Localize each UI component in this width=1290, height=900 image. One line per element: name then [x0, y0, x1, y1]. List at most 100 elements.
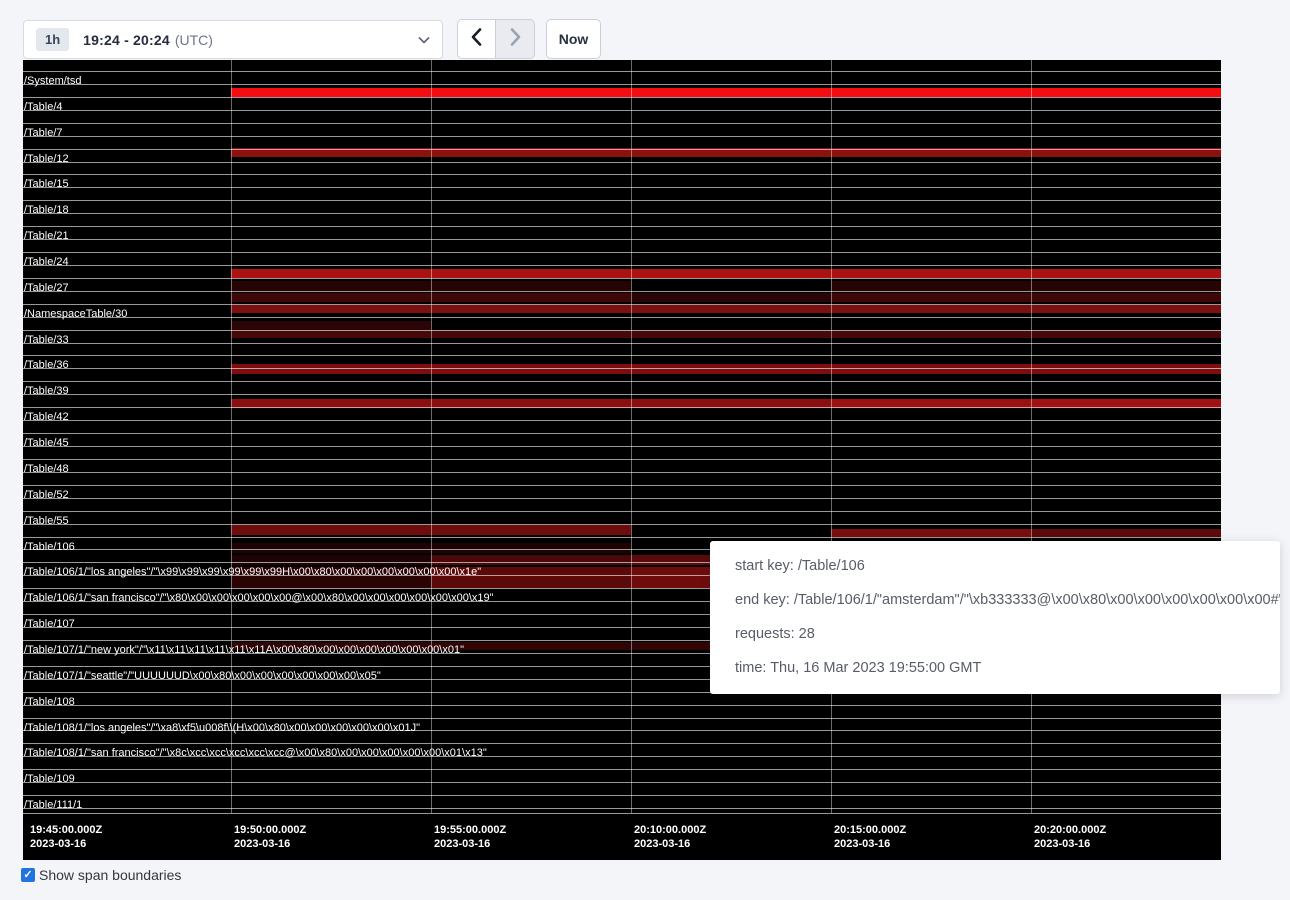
grid-hline: [23, 511, 1221, 512]
grid-hline: [23, 718, 1221, 719]
grid-hline: [23, 782, 1221, 783]
span-boundaries-control: ✓ Show span boundaries: [21, 867, 181, 883]
x-axis-tick-time: 20:20:00.000Z: [1034, 824, 1106, 837]
row-label: /Table/107/1/"seattle"/"UUUUUUD\x00\x80\…: [24, 670, 381, 683]
row-label: /System/tsd: [24, 75, 81, 88]
row-label: /Table/21: [24, 230, 69, 243]
grid-hline: [23, 317, 1221, 318]
grid-hline: [23, 381, 1221, 382]
x-axis-tick-time: 19:50:00.000Z: [234, 824, 306, 837]
grid-hline: [23, 808, 1221, 809]
row-label: /Table/12: [24, 153, 69, 166]
grid-hline: [23, 330, 1221, 331]
time-nav-group: [457, 19, 535, 59]
time-range-label: 19:24 - 20:24: [83, 32, 170, 48]
span-boundaries-checkbox[interactable]: ✓: [21, 868, 35, 882]
row-label: /Table/18: [24, 204, 69, 217]
time-range-selector[interactable]: 1h 19:24 - 20:24 (UTC): [23, 20, 443, 59]
chevron-right-icon: [510, 28, 521, 51]
grid-hline: [23, 162, 1221, 163]
checkbox-label: Show span boundaries: [39, 867, 181, 883]
row-label: /Table/106: [24, 541, 75, 554]
row-label: /Table/33: [24, 334, 69, 347]
heat-band: [631, 293, 831, 302]
grid-hline: [23, 537, 1221, 538]
row-label: /Table/15: [24, 178, 69, 191]
grid-vline: [231, 60, 232, 813]
x-axis-tick-date: 2023-03-16: [634, 838, 690, 851]
grid-hline: [23, 278, 1221, 279]
heat-band: [231, 555, 431, 565]
grid-hline: [23, 71, 1221, 72]
grid-vline: [831, 60, 832, 813]
grid-hline: [23, 355, 1221, 356]
x-axis-tick-time: 20:15:00.000Z: [834, 824, 906, 837]
row-label: /Table/24: [24, 256, 69, 269]
now-button[interactable]: Now: [546, 19, 601, 59]
grid-hline: [23, 524, 1221, 525]
row-label: /Table/108/1/"san francisco"/"\x8c\xcc\x…: [24, 747, 487, 760]
grid-hline: [23, 265, 1221, 266]
prev-button[interactable]: [457, 19, 496, 59]
tooltip-end-key: end key: /Table/106/1/"amsterdam"/"\xb33…: [735, 592, 1255, 609]
row-label: /Table/55: [24, 515, 69, 528]
grid-hline: [23, 485, 1221, 486]
grid-hline: [23, 343, 1221, 344]
grid-hline: [23, 433, 1221, 434]
chevron-left-icon: [471, 28, 482, 51]
row-label: /Table/42: [24, 411, 69, 424]
tooltip-start-key: start key: /Table/106: [735, 558, 1255, 575]
grid-hline: [23, 459, 1221, 460]
heat-band: [431, 555, 631, 565]
row-label: /Table/36: [24, 359, 69, 372]
grid-hline: [23, 394, 1221, 395]
duration-badge: 1h: [36, 28, 69, 51]
row-label: /Table/107: [24, 618, 75, 631]
grid-hline: [23, 213, 1221, 214]
grid-hline: [23, 252, 1221, 253]
heat-band: [231, 269, 1221, 278]
row-label: /Table/106/1/"los angeles"/"\x99\x99\x99…: [24, 566, 481, 579]
row-label: /Table/106/1/"san francisco"/"\x80\x00\x…: [24, 592, 494, 605]
x-axis-tick-time: 19:45:00.000Z: [30, 824, 102, 837]
heat-band: [831, 281, 1221, 291]
row-label: /Table/111/1: [24, 799, 82, 812]
grid-hline: [23, 174, 1221, 175]
row-label: /Table/52: [24, 489, 69, 502]
row-label: /Table/39: [24, 385, 69, 398]
grid-hline: [23, 123, 1221, 124]
grid-hline: [23, 769, 1221, 770]
x-axis-tick-date: 2023-03-16: [234, 838, 290, 851]
grid-hline: [23, 97, 1221, 98]
row-label: /Table/109: [24, 773, 75, 786]
grid-hline: [23, 226, 1221, 227]
row-label: /Table/107/1/"new york"/"\x11\x11\x11\x1…: [24, 644, 464, 657]
x-axis-tick-date: 2023-03-16: [1034, 838, 1090, 851]
row-label: /Table/4: [24, 101, 63, 114]
grid-hline: [23, 407, 1221, 408]
row-label: /Table/27: [24, 282, 69, 295]
grid-vline: [431, 60, 432, 813]
next-button[interactable]: [496, 19, 535, 59]
tooltip-time: time: Thu, 16 Mar 2023 19:55:00 GMT: [735, 660, 1255, 677]
grid-hline: [23, 472, 1221, 473]
x-axis-tick-date: 2023-03-16: [30, 838, 86, 851]
row-label: /Table/7: [24, 127, 63, 140]
utc-label: (UTC): [175, 32, 213, 48]
chevron-down-icon: [418, 36, 430, 44]
grid-hline: [23, 446, 1221, 447]
row-label: /Table/45: [24, 437, 69, 450]
x-axis-tick-time: 20:10:00.000Z: [634, 824, 706, 837]
row-label: /Table/108: [24, 696, 75, 709]
heat-band: [231, 88, 1221, 97]
grid-hline: [23, 420, 1221, 421]
grid-hline: [23, 136, 1221, 137]
grid-hline: [23, 110, 1221, 111]
grid-hline: [23, 304, 1221, 305]
x-axis-tick-date: 2023-03-16: [434, 838, 490, 851]
grid-hline: [23, 239, 1221, 240]
key-visualizer-canvas[interactable]: /System/tsd/Table/4/Table/7/Table/12/Tab…: [23, 60, 1221, 860]
row-label: /Table/108/1/"los angeles"/"\xa8\xf5\u00…: [24, 722, 420, 735]
grid-vline: [1031, 60, 1032, 813]
heat-band: [231, 330, 1221, 338]
